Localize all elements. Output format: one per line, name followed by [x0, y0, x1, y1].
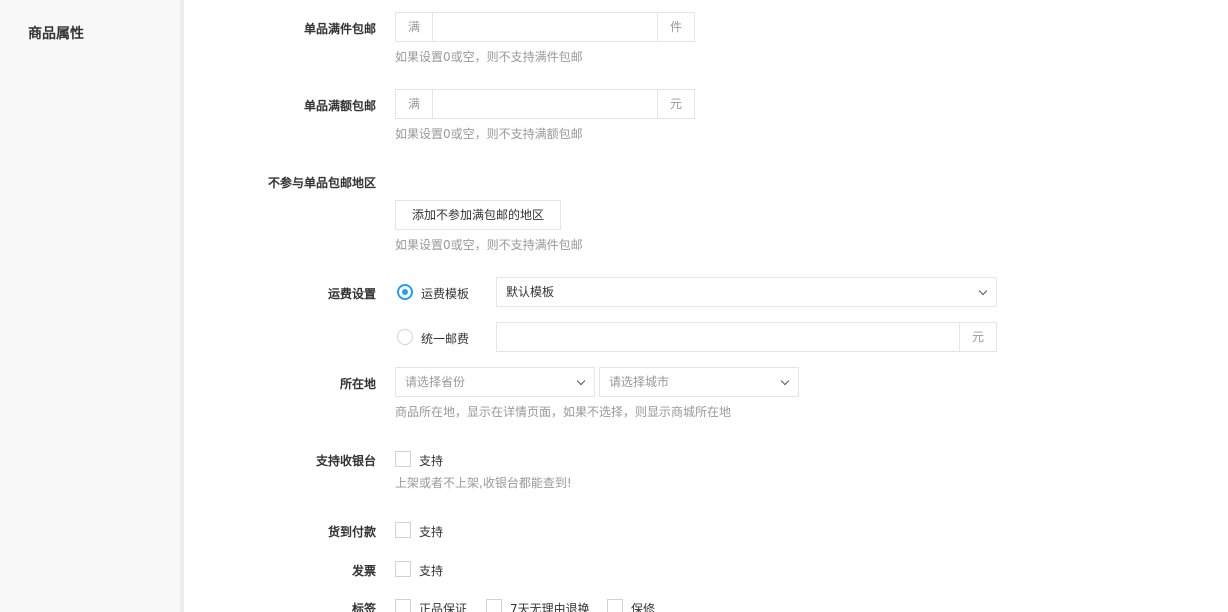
location-label: 所在地: [339, 377, 376, 391]
cashier-option: 支持: [419, 454, 444, 468]
chevron-down-icon: [978, 286, 988, 296]
flat-fee-input[interactable]: [497, 323, 959, 351]
province-select[interactable]: 请选择省份: [395, 367, 595, 397]
tag-checkbox-return[interactable]: [486, 599, 502, 612]
sidebar-divider: [180, 0, 184, 612]
province-placeholder: 请选择省份: [405, 375, 466, 389]
cod-checkbox[interactable]: [395, 522, 411, 538]
chevron-down-icon: [780, 376, 790, 386]
section-title: 商品属性: [28, 26, 84, 42]
shipping-flat-option: 统一邮费: [421, 332, 470, 346]
tag-option-genuine: 正品保证: [419, 602, 468, 612]
location-help: 商品所在地，显示在详情页面，如果不选择，则显示商城所在地: [395, 405, 732, 419]
invoice-label: 发票: [351, 564, 376, 578]
exclude-region-label: 不参与单品包邮地区: [267, 176, 376, 190]
full-count-prefix: 满: [396, 13, 433, 41]
sidebar: [0, 0, 180, 612]
full-count-help: 如果设置0或空，则不支持满件包邮: [395, 50, 583, 64]
tags-label: 标签: [351, 602, 376, 612]
shipping-template-radio[interactable]: 运费模板: [386, 277, 496, 307]
full-amount-input-group: 满 元: [395, 89, 695, 119]
cod-label: 货到付款: [327, 525, 376, 539]
full-amount-suffix: 元: [657, 90, 694, 118]
full-count-input[interactable]: [433, 13, 657, 41]
radio-unchecked-icon: [397, 329, 413, 345]
shipping-template-option: 运费模板: [421, 287, 470, 301]
city-select[interactable]: 请选择城市: [599, 367, 799, 397]
cod-option: 支持: [419, 525, 444, 539]
flat-fee-input-group: 元: [496, 322, 997, 352]
shipping-label: 运费设置: [327, 287, 376, 301]
cashier-checkbox[interactable]: [395, 451, 411, 467]
invoice-option: 支持: [419, 564, 444, 578]
add-exclude-region-button[interactable]: 添加不参加满包邮的地区: [395, 200, 562, 230]
shipping-template-select[interactable]: 默认模板: [496, 277, 997, 307]
exclude-region-help: 如果设置0或空，则不支持满件包邮: [395, 238, 583, 252]
full-count-suffix: 件: [657, 13, 694, 41]
cashier-label: 支持收银台: [315, 454, 376, 468]
radio-checked-icon: [397, 284, 413, 300]
chevron-down-icon: [576, 376, 586, 386]
full-amount-label: 单品满额包邮: [303, 99, 376, 113]
full-count-label: 单品满件包邮: [303, 22, 376, 36]
city-placeholder: 请选择城市: [609, 375, 670, 389]
tag-checkbox-warranty[interactable]: [607, 599, 623, 612]
shipping-template-value: 默认模板: [506, 285, 555, 299]
full-amount-prefix: 满: [396, 90, 433, 118]
invoice-checkbox[interactable]: [395, 561, 411, 577]
tag-option-return: 7天无理由退换: [510, 602, 590, 612]
full-amount-input[interactable]: [433, 90, 657, 118]
shipping-flat-radio[interactable]: 统一邮费: [386, 322, 496, 352]
full-amount-help: 如果设置0或空，则不支持满额包邮: [395, 127, 583, 141]
full-count-input-group: 满 件: [395, 12, 695, 42]
tag-option-warranty: 保修: [631, 602, 656, 612]
cashier-help: 上架或者不上架,收银台都能查到!: [395, 476, 572, 490]
tag-checkbox-genuine[interactable]: [395, 599, 411, 612]
flat-fee-suffix: 元: [959, 323, 996, 351]
